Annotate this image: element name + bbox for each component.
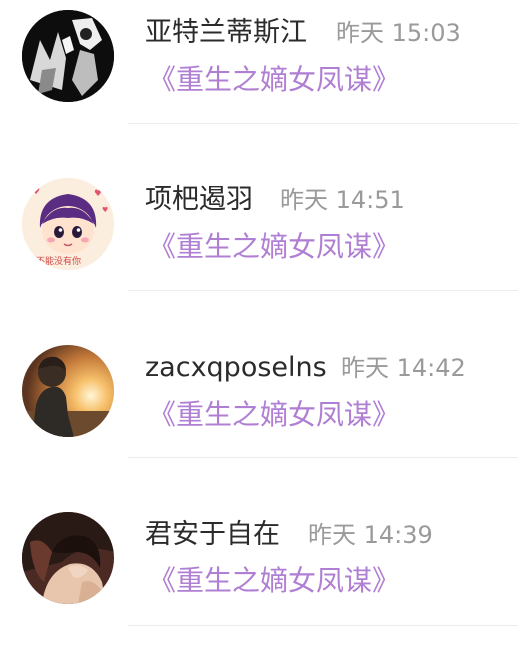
timestamp: 昨天 15:03 [336, 19, 461, 47]
user-avatar-anime-couple[interactable] [22, 512, 114, 604]
sunset-silhouette-icon [22, 345, 114, 437]
book-title-link[interactable]: 《重生之嫡女凤谋》 [148, 397, 400, 433]
svg-text:♥: ♥ [94, 189, 102, 199]
user-avatar-cartoon-boy[interactable]: ♥ ♥ ♥ 不能没有你 [22, 178, 114, 270]
divider [128, 625, 518, 626]
divider [128, 290, 518, 291]
book-title-link[interactable]: 《重生之嫡女凤谋》 [148, 62, 400, 98]
divider [128, 457, 518, 458]
user-avatar-sunset-silhouette[interactable] [22, 345, 114, 437]
timestamp: 昨天 14:51 [280, 186, 405, 214]
avatar-caption: 不能没有你 [36, 255, 81, 267]
timestamp: 昨天 14:39 [308, 521, 433, 549]
svg-text:♥: ♥ [102, 206, 108, 214]
timestamp: 昨天 14:42 [341, 354, 466, 382]
user-avatar-monochrome-photo[interactable] [22, 10, 114, 102]
book-title-link[interactable]: 《重生之嫡女凤谋》 [148, 229, 400, 265]
anime-couple-icon [22, 512, 114, 604]
list-item[interactable]: 亚特兰蒂斯江 昨天 15:03 《重生之嫡女凤谋》 [0, 0, 518, 167]
reader-activity-list: 亚特兰蒂斯江 昨天 15:03 《重生之嫡女凤谋》 ♥ ♥ ♥ 不能没有你 项杷… [0, 0, 518, 665]
list-item[interactable]: ♥ ♥ ♥ 不能没有你 项杷遏羽 昨天 14:51 《重生之嫡女凤谋》 [0, 167, 518, 334]
list-item[interactable]: 君安于自在 昨天 14:39 《重生之嫡女凤谋》 [0, 501, 518, 668]
monochrome-photo-icon [22, 10, 114, 102]
username[interactable]: 君安于自在 [145, 518, 280, 552]
username[interactable]: 项杷遏羽 [145, 183, 253, 217]
username[interactable]: zacxqposelns [145, 351, 327, 385]
book-title-link[interactable]: 《重生之嫡女凤谋》 [148, 563, 400, 599]
cartoon-boy-icon: ♥ ♥ ♥ 不能没有你 [22, 178, 114, 270]
username[interactable]: 亚特兰蒂斯江 [145, 16, 307, 50]
list-item[interactable]: zacxqposelns 昨天 14:42 《重生之嫡女凤谋》 [0, 334, 518, 501]
svg-text:♥: ♥ [32, 187, 40, 197]
divider [128, 123, 518, 124]
